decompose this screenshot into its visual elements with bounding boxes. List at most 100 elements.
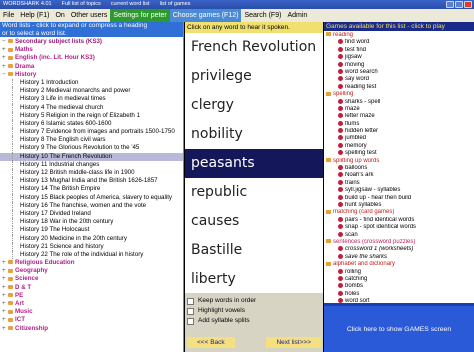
game-item[interactable]: holes (324, 290, 474, 298)
game-item[interactable]: catching (324, 275, 474, 283)
word-list-item[interactable]: History 1 Introduction (0, 78, 183, 88)
word-item[interactable]: causes (185, 207, 323, 236)
menu-settings-for-peter[interactable]: Settings for peter (110, 9, 170, 22)
tree-heading-history[interactable]: − History (0, 71, 183, 79)
word-list-item[interactable]: History 18 War in the 20th century (0, 218, 183, 227)
word-list-item[interactable]: History 8 The English civil wars (0, 136, 183, 145)
game-category-spelling[interactable]: spelling (324, 91, 474, 98)
game-item[interactable]: Noah's ark (324, 172, 474, 179)
game-category-matching-card-games[interactable]: matching (card games) (324, 209, 474, 216)
tree-heading-secondary-subject-lists-ks3[interactable]: − Secondary subject lists (KS3) (0, 38, 183, 46)
tree-heading-citizenship[interactable]: + Citizenship (0, 325, 183, 333)
maximize-icon[interactable] (455, 1, 463, 8)
checkbox[interactable] (187, 317, 194, 325)
game-category-reading[interactable]: reading (324, 32, 474, 39)
option-keep-words-in-order[interactable]: Keep words in order (187, 296, 321, 306)
tree-heading-pe[interactable]: + PE (0, 292, 183, 300)
word-list-item[interactable]: History 6 Islamic states 600-1600 (0, 119, 183, 129)
menu-help-f1[interactable]: Help (F1) (17, 9, 52, 22)
word-list-item[interactable]: History 19 The Holocaust (0, 226, 183, 235)
game-item[interactable]: letter maze (324, 113, 474, 120)
word-list-item[interactable]: History 10 The French Revolution (0, 152, 183, 161)
game-item[interactable]: snap - spot identical words (324, 224, 474, 231)
game-item[interactable]: say word (324, 76, 474, 83)
word-list-item[interactable]: History 16 The franchise, women and the … (0, 201, 183, 210)
game-category-sentences-crossword-puzzles[interactable]: sentences (crossword puzzles) (324, 239, 474, 246)
tree-heading-religious-education[interactable]: + Religious Education (0, 259, 183, 267)
close-icon[interactable] (464, 1, 472, 8)
game-item[interactable]: jumbled (324, 135, 474, 142)
game-item[interactable]: crossword 1 (worksheets) (324, 246, 474, 253)
checkbox[interactable] (187, 297, 194, 305)
game-item[interactable]: test find (324, 46, 474, 54)
menu-admin[interactable]: Admin (284, 9, 310, 22)
tree-heading-science[interactable]: + Science (0, 275, 183, 283)
tree-heading-art[interactable]: + Art (0, 300, 183, 308)
game-item[interactable]: jigsaw (324, 54, 474, 61)
word-item[interactable]: Bastille (185, 236, 323, 265)
game-item[interactable]: moving (324, 61, 474, 69)
word-list-item[interactable]: History 11 Industrial changes (0, 160, 183, 169)
tree-heading-geography[interactable]: + Geography (0, 267, 183, 275)
game-item[interactable]: rolling (324, 268, 474, 276)
game-item[interactable]: hunt syllables (324, 201, 474, 209)
word-list-item[interactable]: History 17 Divided Ireland (0, 209, 183, 219)
word-item[interactable]: clergy (185, 91, 323, 120)
word-item[interactable]: liberty (185, 265, 323, 294)
tree-heading-ict[interactable]: + ICT (0, 316, 183, 324)
word-list-item[interactable]: History 22 The role of the individual in… (0, 250, 183, 260)
game-item[interactable]: build up - hear then build (324, 194, 474, 202)
menu-on[interactable]: On (52, 9, 67, 22)
game-item[interactable]: hidden letter (324, 128, 474, 135)
game-item[interactable]: trains (324, 179, 474, 187)
game-item[interactable]: flums (324, 120, 474, 128)
game-item[interactable]: save the sharks (324, 253, 474, 261)
word-list-item[interactable]: History 5 Religion in the reign of Eliza… (0, 111, 183, 120)
game-category-alphabet-and-dictionary[interactable]: alphabet and dictionary (324, 261, 474, 268)
word-item[interactable]: nobility (185, 120, 323, 149)
game-category-splitting-up-words[interactable]: splitting up words (324, 158, 474, 165)
word-list-item[interactable]: History 3 Life in medieval times (0, 95, 183, 104)
game-item[interactable]: scan (324, 231, 474, 239)
word-item[interactable]: French Revolution (185, 33, 323, 62)
game-item[interactable]: find word (324, 39, 474, 46)
word-list-item[interactable]: History 2 Medieval monarchs and power (0, 87, 183, 96)
game-item[interactable]: spelling test (324, 150, 474, 157)
menu-other-users[interactable]: Other users (68, 9, 111, 22)
game-item[interactable]: sharks - spell (324, 98, 474, 106)
game-item[interactable]: balloons (324, 165, 474, 172)
show-games-button[interactable]: Click here to show GAMES screen (324, 306, 474, 352)
word-list-item[interactable]: History 21 Science and history (0, 242, 183, 251)
game-item[interactable]: bombs (324, 283, 474, 290)
checkbox[interactable] (187, 307, 194, 315)
word-list-item[interactable]: History 20 Medicine in the 20th century (0, 234, 183, 243)
word-list-item[interactable]: History 13 Mughal India and the British … (0, 177, 183, 186)
back-button[interactable]: <<< Back (187, 337, 235, 348)
tree-heading-music[interactable]: + Music (0, 308, 183, 316)
word-list-item[interactable]: History 15 Black peoples of America, sla… (0, 193, 183, 202)
game-item[interactable]: memory (324, 142, 474, 150)
game-item[interactable]: pairs - find identical words (324, 216, 474, 224)
menu-file[interactable]: File (0, 9, 17, 22)
word-list-item[interactable]: History 4 The medieval church (0, 103, 183, 112)
word-list-item[interactable]: History 14 The British Empire (0, 185, 183, 194)
minimize-icon[interactable] (446, 1, 454, 8)
menu-choose-games-f12[interactable]: Choose games (F12) (169, 9, 242, 22)
word-item[interactable]: peasants (185, 149, 323, 178)
word-list-item[interactable]: History 9 The Glorious Revolution to the… (0, 144, 183, 153)
option-add-syllable-splits[interactable]: Add syllable splits (187, 316, 321, 326)
game-item[interactable]: word sort (324, 298, 474, 303)
tree-heading-drama[interactable]: + Drama (0, 63, 183, 71)
tree-heading-maths[interactable]: + Maths (0, 46, 183, 54)
game-item[interactable]: syll.jigsaw - syllables (324, 187, 474, 194)
tree-heading-english-inc-lit-hour-ks3[interactable]: + English (inc. Lit. Hour KS3) (0, 54, 183, 62)
word-item[interactable]: privilege (185, 62, 323, 91)
word-list-item[interactable]: History 7 Evidence from images and portr… (0, 128, 183, 137)
game-item[interactable]: reading test (324, 83, 474, 91)
menu-search-f9[interactable]: Search (F9) (241, 9, 284, 22)
next-list-button[interactable]: Next list>>> (266, 337, 321, 348)
game-item[interactable]: maze (324, 105, 474, 113)
word-item[interactable]: republic (185, 178, 323, 207)
game-item[interactable]: word search (324, 68, 474, 76)
tree-heading-d-t[interactable]: + D & T (0, 284, 183, 292)
